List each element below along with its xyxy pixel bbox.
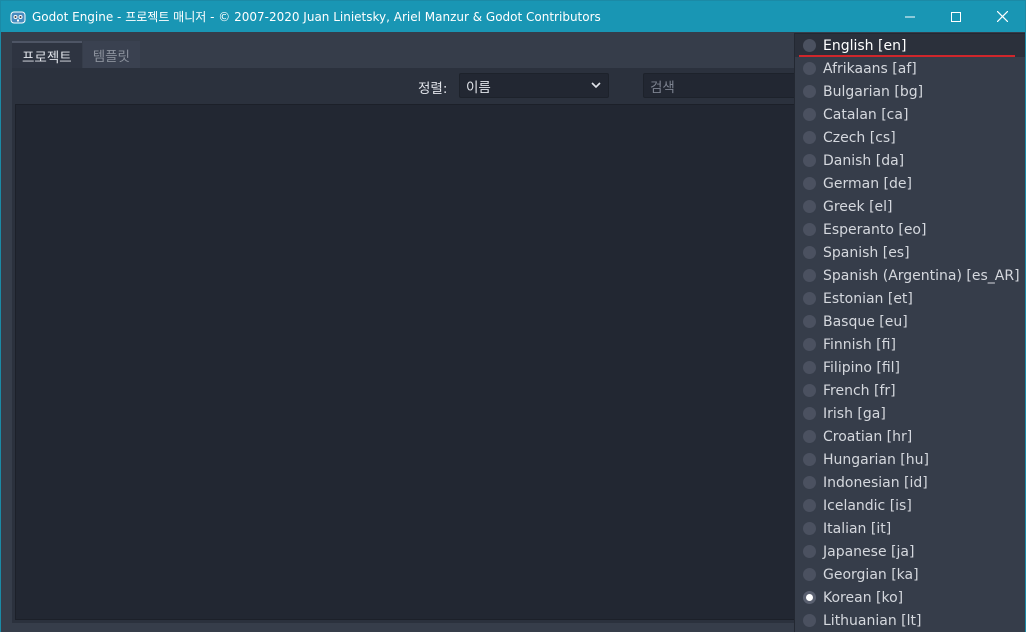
- language-label: French [fr]: [823, 382, 896, 399]
- language-item[interactable]: Japanese [ja]: [795, 540, 1025, 563]
- language-label: Irish [ga]: [823, 405, 886, 422]
- minimize-icon[interactable]: [887, 1, 933, 32]
- radio-unchecked-icon: [803, 453, 816, 466]
- language-label: Czech [cs]: [823, 129, 896, 146]
- godot-icon: [10, 9, 26, 25]
- language-item[interactable]: Filipino [fil]: [795, 356, 1025, 379]
- radio-unchecked-icon: [803, 338, 816, 351]
- language-label: Spanish [es]: [823, 244, 910, 261]
- radio-unchecked-icon: [803, 223, 816, 236]
- language-label: Danish [da]: [823, 152, 905, 169]
- language-label: Spanish (Argentina) [es_AR]: [823, 267, 1020, 284]
- language-item[interactable]: Korean [ko]: [795, 586, 1025, 609]
- language-menu: English [en] Afrikaans [af] Bulgarian [bg]…: [794, 33, 1025, 632]
- language-item[interactable]: Greek [el]: [795, 195, 1025, 218]
- language-item[interactable]: Spanish [es]: [795, 241, 1025, 264]
- language-label: Filipino [fil]: [823, 359, 900, 376]
- language-item[interactable]: Basque [eu]: [795, 310, 1025, 333]
- language-label: Greek [el]: [823, 198, 893, 215]
- language-label: Bulgarian [bg]: [823, 83, 924, 100]
- radio-unchecked-icon: [803, 476, 816, 489]
- language-item[interactable]: Croatian [hr]: [795, 425, 1025, 448]
- language-label: Hungarian [hu]: [823, 451, 929, 468]
- godot-project-manager-window: Godot Engine - 프로젝트 매니저 - © 2007-2020 Ju…: [0, 0, 1026, 632]
- radio-unchecked-icon: [803, 384, 816, 397]
- language-label: Afrikaans [af]: [823, 60, 917, 77]
- language-item[interactable]: Icelandic [is]: [795, 494, 1025, 517]
- language-label: Korean [ko]: [823, 589, 904, 606]
- language-label: Esperanto [eo]: [823, 221, 927, 238]
- radio-unchecked-icon: [803, 269, 816, 282]
- title-bar[interactable]: Godot Engine - 프로젝트 매니저 - © 2007-2020 Ju…: [1, 1, 1025, 32]
- language-item[interactable]: French [fr]: [795, 379, 1025, 402]
- language-item[interactable]: German [de]: [795, 172, 1025, 195]
- radio-unchecked-icon: [803, 614, 816, 627]
- language-label: Indonesian [id]: [823, 474, 928, 491]
- language-item[interactable]: Lithuanian [lt]: [795, 609, 1025, 632]
- tab-templates[interactable]: 템플릿: [82, 41, 140, 69]
- language-item[interactable]: English [en]: [795, 34, 1025, 57]
- sort-label: 정렬:: [418, 81, 448, 97]
- radio-unchecked-icon: [803, 177, 816, 190]
- radio-unchecked-icon: [803, 200, 816, 213]
- language-item[interactable]: Hungarian [hu]: [795, 448, 1025, 471]
- language-label: Italian [it]: [823, 520, 892, 537]
- chevron-down-icon: [590, 79, 602, 95]
- radio-unchecked-icon: [803, 39, 816, 52]
- window-controls: [887, 1, 1025, 32]
- radio-unchecked-icon: [803, 131, 816, 144]
- language-item[interactable]: Spanish (Argentina) [es_AR]: [795, 264, 1025, 287]
- language-list: English [en] Afrikaans [af] Bulgarian [bg]…: [795, 34, 1025, 632]
- language-label: Finnish [fi]: [823, 336, 896, 353]
- language-item[interactable]: Georgian [ka]: [795, 563, 1025, 586]
- radio-unchecked-icon: [803, 407, 816, 420]
- language-item[interactable]: Irish [ga]: [795, 402, 1025, 425]
- language-item[interactable]: Danish [da]: [795, 149, 1025, 172]
- language-label: Japanese [ja]: [823, 543, 915, 560]
- search-placeholder: 검색: [650, 79, 675, 96]
- radio-unchecked-icon: [803, 154, 816, 167]
- radio-checked-icon: [803, 591, 816, 604]
- close-icon[interactable]: [979, 1, 1025, 32]
- radio-unchecked-icon: [803, 315, 816, 328]
- language-label: Estonian [et]: [823, 290, 913, 307]
- language-item[interactable]: Esperanto [eo]: [795, 218, 1025, 241]
- radio-unchecked-icon: [803, 568, 816, 581]
- radio-unchecked-icon: [803, 545, 816, 558]
- language-item[interactable]: Afrikaans [af]: [795, 57, 1025, 80]
- language-label: Georgian [ka]: [823, 566, 919, 583]
- sort-dropdown[interactable]: 이름: [459, 73, 609, 98]
- language-label: Croatian [hr]: [823, 428, 913, 445]
- radio-unchecked-icon: [803, 361, 816, 374]
- radio-unchecked-icon: [803, 108, 816, 121]
- language-item[interactable]: Indonesian [id]: [795, 471, 1025, 494]
- maximize-icon[interactable]: [933, 1, 979, 32]
- radio-unchecked-icon: [803, 499, 816, 512]
- language-label: German [de]: [823, 175, 912, 192]
- language-label: Lithuanian [lt]: [823, 612, 922, 629]
- window-title: Godot Engine - 프로젝트 매니저 - © 2007-2020 Ju…: [32, 10, 601, 24]
- radio-unchecked-icon: [803, 522, 816, 535]
- radio-unchecked-icon: [803, 85, 816, 98]
- radio-unchecked-icon: [803, 246, 816, 259]
- language-item[interactable]: Catalan [ca]: [795, 103, 1025, 126]
- language-label: Basque [eu]: [823, 313, 908, 330]
- sort-value: 이름: [466, 79, 491, 96]
- main-tabs: 프로젝트 템플릿: [12, 41, 140, 69]
- radio-unchecked-icon: [803, 62, 816, 75]
- language-item[interactable]: Finnish [fi]: [795, 333, 1025, 356]
- language-item[interactable]: Bulgarian [bg]: [795, 80, 1025, 103]
- language-item[interactable]: Estonian [et]: [795, 287, 1025, 310]
- radio-unchecked-icon: [803, 292, 816, 305]
- language-label: English [en]: [823, 37, 907, 54]
- language-item[interactable]: Czech [cs]: [795, 126, 1025, 149]
- radio-unchecked-icon: [803, 430, 816, 443]
- language-label: Catalan [ca]: [823, 106, 909, 123]
- tab-projects[interactable]: 프로젝트: [12, 41, 82, 69]
- language-label: Icelandic [is]: [823, 497, 912, 514]
- language-item[interactable]: Italian [it]: [795, 517, 1025, 540]
